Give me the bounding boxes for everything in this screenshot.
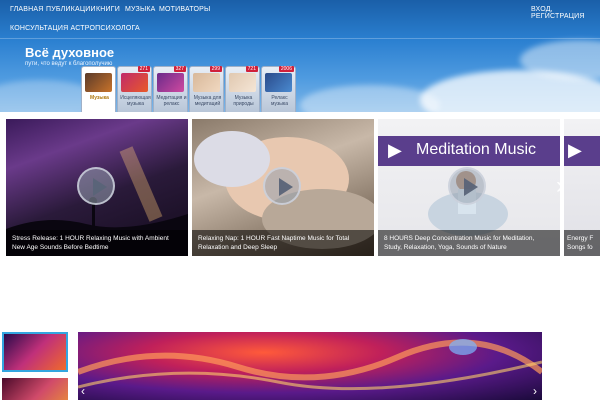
tab-label: Исцеляющая музыка xyxy=(120,95,151,107)
nav-item-home[interactable]: ГЛАВНАЯ xyxy=(10,6,44,13)
gallery-thumbnail[interactable] xyxy=(2,332,68,372)
gallery-thumbnail[interactable] xyxy=(2,378,68,400)
tab-meditation-music[interactable]: 299 Музыка для медитаций xyxy=(189,66,224,112)
nav-item-motivators[interactable]: МОТИВАТОРЫ xyxy=(159,6,210,13)
tab-label: Музыка для медитаций xyxy=(193,95,222,107)
tab-thumbnail xyxy=(229,73,256,92)
abstract-art xyxy=(78,339,542,391)
play-triangle-icon: ▶ xyxy=(568,140,582,160)
login-register-link[interactable]: ВХОД, РЕГИСТРАЦИЯ xyxy=(531,6,600,20)
tab-thumbnail xyxy=(157,73,184,92)
tab-thumbnail xyxy=(121,73,148,92)
gallery-main-image[interactable] xyxy=(78,332,542,400)
video-caption: Relaxing Nap: 1 HOUR Fast Naptime Music … xyxy=(192,230,374,256)
nav-item-music[interactable]: МУЗЫКА xyxy=(125,6,156,13)
play-icon[interactable] xyxy=(448,167,486,205)
video-caption: 8 HOURS Deep Concentration Music for Med… xyxy=(378,230,560,256)
top-navigation: ГЛАВНАЯ ПУБЛИКАЦИИ КНИГИ МУЗЫКА МОТИВАТО… xyxy=(0,0,600,38)
nav-item-astro-consultation[interactable]: КОНСУЛЬТАЦИЯ АСТРОПСИХОЛОГА xyxy=(10,25,140,32)
tab-nature-music[interactable]: 721 Музыка природы xyxy=(225,66,260,112)
tab-relax-music[interactable]: 2006 Релакс музыка xyxy=(261,66,296,112)
tab-label: Медитация и релакс xyxy=(156,95,187,107)
site-header: ГЛАВНАЯ ПУБЛИКАЦИИ КНИГИ МУЗЫКА МОТИВАТО… xyxy=(0,0,600,112)
tab-healing-music[interactable]: 271 Исцеляющая музыка xyxy=(117,66,152,112)
video-card[interactable]: ▶ Meditation Music 8 HOURS Deep Concentr… xyxy=(378,119,560,256)
tab-label: Музыка природы xyxy=(233,95,254,107)
tab-thumbnail xyxy=(265,73,292,92)
tab-music[interactable]: Музыка xyxy=(81,66,116,112)
video-card[interactable]: Relaxing Nap: 1 HOUR Fast Naptime Music … xyxy=(192,119,374,256)
tab-thumbnail xyxy=(193,73,220,92)
gallery-thumbnails xyxy=(0,332,72,400)
tab-count-badge: 2006 xyxy=(278,66,294,72)
meditation-banner: ▶ xyxy=(564,136,600,166)
tab-count-badge: 271 xyxy=(137,66,150,72)
tab-count-badge: 327 xyxy=(173,66,186,72)
tab-count-badge: 299 xyxy=(209,66,222,72)
tab-count-badge: 721 xyxy=(245,66,258,72)
chevron-right-icon[interactable]: › xyxy=(556,170,570,202)
tab-label: Музыка xyxy=(90,95,109,101)
page: ГЛАВНАЯ ПУБЛИКАЦИИ КНИГИ МУЗЫКА МОТИВАТО… xyxy=(0,0,600,400)
site-title[interactable]: Всё духовное xyxy=(25,45,114,60)
video-card[interactable]: Stress Release: 1 HOUR Relaxing Music wi… xyxy=(6,119,188,256)
tab-meditation-relax[interactable]: 327 Медитация и релакс xyxy=(153,66,188,112)
nav-item-publications[interactable]: ПУБЛИКАЦИИ xyxy=(46,6,96,13)
video-caption: Energy F Songs fo xyxy=(564,230,600,256)
chevron-left-icon[interactable]: ‹ xyxy=(81,384,85,398)
nav-divider xyxy=(0,38,600,39)
tab-thumbnail xyxy=(85,73,112,92)
chevron-right-icon[interactable]: › xyxy=(533,384,537,398)
tab-label: Релакс музыка xyxy=(271,95,288,107)
play-icon[interactable] xyxy=(77,167,115,205)
nav-item-books[interactable]: КНИГИ xyxy=(96,6,120,13)
play-icon[interactable] xyxy=(263,167,301,205)
video-caption: Stress Release: 1 HOUR Relaxing Music wi… xyxy=(6,230,188,256)
